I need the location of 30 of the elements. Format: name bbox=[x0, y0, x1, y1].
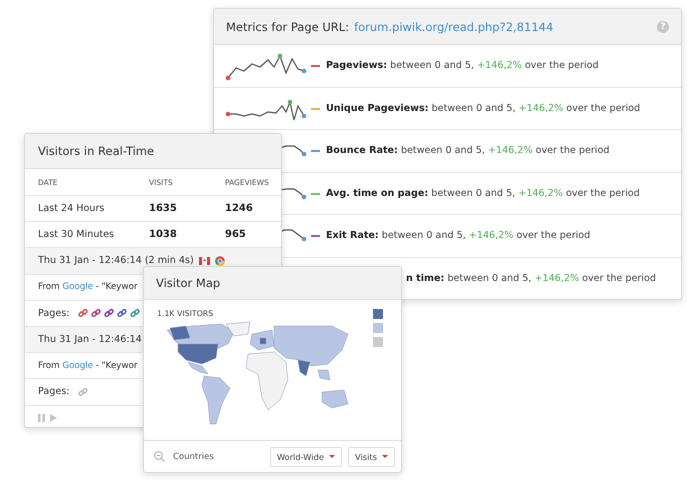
metric-summary: n time: between 0 and 5, +146,2% over the period bbox=[406, 272, 656, 284]
panel-title: Metrics for Page URL: bbox=[226, 20, 350, 34]
visit-referrer: From Google - "Keywor bbox=[38, 282, 138, 292]
metric-summary: Bounce Rate: between 0 and 5, +146,2% over the period bbox=[326, 145, 610, 156]
link-icon[interactable] bbox=[104, 308, 114, 318]
table-cell: 1246 bbox=[225, 203, 253, 214]
pages-label: Pages: bbox=[38, 308, 70, 319]
table-cell-text: 1038 bbox=[149, 229, 178, 240]
link-icon[interactable] bbox=[78, 308, 88, 318]
visit-time: Thu 31 Jan - 12:46:14 (2 min 4s) bbox=[38, 255, 194, 266]
metric-summary: Avg. time on page: between 0 and 5, +146,2% over the period bbox=[326, 188, 640, 199]
metric-summary: Exit Rate: between 0 and 5, +146,2% over the period bbox=[326, 230, 590, 242]
table-cell-text: 1635 bbox=[149, 203, 178, 214]
table-cell: 965 bbox=[225, 229, 246, 240]
metric-summary: Pageviews: between 0 and 5, +146,2% over the period bbox=[326, 60, 599, 71]
zoom-out-icon bbox=[154, 451, 165, 462]
link-icon[interactable] bbox=[91, 308, 102, 318]
metric-summary: Unique Pageviews: between 0 and 5, +146,2% over the period bbox=[326, 102, 640, 114]
visit-time: Thu 31 Jan - 12:46:14 bbox=[38, 334, 142, 346]
panel-title: Visitor Map bbox=[156, 276, 220, 290]
table-cell-text: Last 24 Hours bbox=[38, 203, 106, 214]
pages-label: Pages: bbox=[38, 386, 70, 398]
search-field[interactable]: Countries bbox=[173, 452, 243, 462]
table-cell-text: Last 30 Minutes bbox=[38, 229, 116, 240]
dropdown[interactable]: Visits bbox=[348, 446, 395, 466]
link-icon[interactable] bbox=[117, 308, 128, 318]
dropdown[interactable]: World-Wide bbox=[270, 446, 342, 466]
visit-referrer: From Google - "Keywor bbox=[38, 360, 138, 371]
panel-title: Visitors in Real-Time bbox=[38, 144, 154, 158]
link-icon[interactable] bbox=[130, 308, 140, 318]
